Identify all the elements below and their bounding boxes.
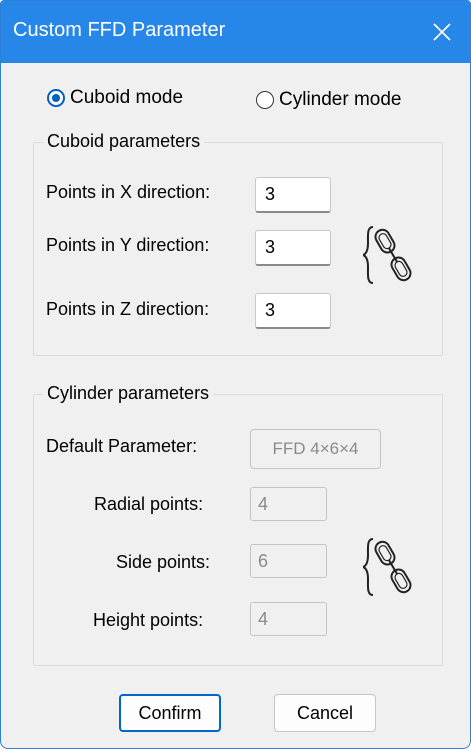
cuboid-group-label: Cuboid parameters bbox=[43, 131, 205, 152]
default-parameter-button: FFD 4×6×4 bbox=[250, 429, 381, 469]
cuboid-mode-label: Cuboid mode bbox=[70, 87, 184, 108]
window-title: Custom FFD Parameter bbox=[13, 19, 226, 41]
radio-checked-icon bbox=[47, 89, 65, 107]
chain-link-icon bbox=[363, 538, 412, 596]
height-points-input: 4 bbox=[250, 602, 327, 636]
z-direction-label: Points in Z direction: bbox=[46, 299, 210, 319]
z-direction-input[interactable]: 3 bbox=[255, 293, 331, 329]
cuboid-mode-radio[interactable]: Cuboid mode bbox=[47, 87, 183, 109]
cylinder-group-label: Cylinder parameters bbox=[43, 383, 214, 404]
side-points-input: 6 bbox=[250, 544, 327, 578]
radial-points-input: 4 bbox=[250, 487, 327, 521]
x-direction-input[interactable]: 3 bbox=[255, 177, 331, 213]
y-direction-label: Points in Y direction: bbox=[46, 235, 210, 255]
dialog-window: Custom FFD Parameter Cuboid mode Cylinde… bbox=[0, 0, 471, 749]
title-bar: Custom FFD Parameter bbox=[1, 1, 470, 63]
x-direction-label: Points in X direction: bbox=[46, 182, 211, 202]
cylinder-mode-label: Cylinder mode bbox=[279, 89, 402, 110]
y-direction-input[interactable]: 3 bbox=[255, 230, 331, 266]
default-parameter-label: Default Parameter: bbox=[46, 436, 198, 456]
confirm-button[interactable]: Confirm bbox=[119, 694, 221, 732]
chain-link-icon[interactable] bbox=[363, 223, 415, 287]
side-points-label: Side points: bbox=[116, 552, 211, 572]
radial-points-label: Radial points: bbox=[94, 494, 204, 514]
cylinder-mode-radio[interactable]: Cylinder mode bbox=[256, 89, 402, 111]
close-button[interactable] bbox=[414, 1, 470, 63]
height-points-label: Height points: bbox=[93, 610, 204, 630]
radio-unchecked-icon bbox=[256, 91, 274, 109]
cancel-button[interactable]: Cancel bbox=[274, 694, 376, 732]
close-icon bbox=[433, 23, 451, 41]
